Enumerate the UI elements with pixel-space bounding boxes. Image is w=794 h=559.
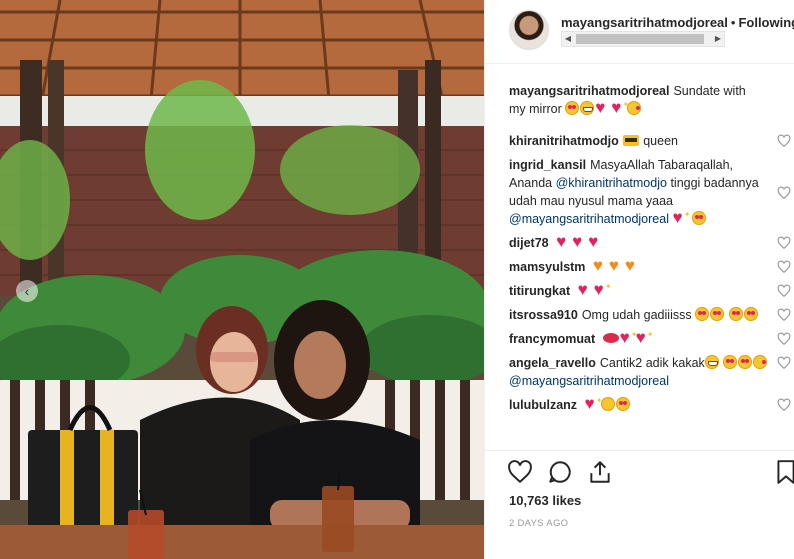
comment-mention[interactable]: @khiranitrihatmodjo: [556, 176, 667, 190]
comment-item: ingrid_kansil MasyaAllah Tabaraqallah, An…: [509, 156, 791, 228]
comment-username[interactable]: ingrid_kansil: [509, 158, 586, 172]
scroll-right-arrow-icon[interactable]: ▶: [712, 32, 724, 46]
smiling-face-emoji: [600, 397, 615, 411]
red-heart-emoji: [556, 232, 571, 252]
heart-outline-icon[interactable]: [777, 134, 791, 148]
kissing-face-emoji: [753, 355, 768, 369]
smiling-heart-eyes-emoji: [723, 355, 738, 369]
post-actions: 10,763 likes 2 DAYS AGO: [485, 450, 794, 559]
heart-outline-icon[interactable]: [777, 186, 791, 200]
orange-heart-emoji: [593, 256, 608, 276]
scrollbar-thumb[interactable]: [576, 34, 704, 44]
post-header: mayangsaritrihatmodjoreal • Following ◀ ▶: [485, 0, 794, 64]
comment-item: angela_ravello Cantik2 adik kakak @mayang…: [509, 354, 791, 390]
bookmark-icon[interactable]: [773, 459, 794, 485]
grinning-emoji: [580, 101, 595, 115]
smiling-heart-eyes-emoji: [743, 307, 758, 321]
horizontal-scrollbar[interactable]: ◀ ▶: [561, 31, 725, 47]
post-caption: mayangsaritrihatmodjoreal Sundate with my…: [509, 82, 764, 118]
post-timestamp[interactable]: 2 DAYS AGO: [509, 518, 568, 529]
following-button[interactable]: Following: [738, 15, 794, 30]
smiling-heart-eyes-emoji: [710, 307, 725, 321]
scroll-left-arrow-icon[interactable]: ◀: [562, 32, 574, 46]
post-photo[interactable]: ‹: [0, 0, 484, 559]
smiling-heart-eyes-emoji: [728, 307, 743, 321]
author-username[interactable]: mayangsaritrihatmodjoreal: [561, 15, 728, 30]
comment-item: titirungkat: [509, 278, 791, 300]
sparkling-heart-emoji: [611, 96, 629, 118]
comment-username[interactable]: titirungkat: [509, 284, 570, 298]
likes-count[interactable]: 10,763 likes: [509, 493, 581, 508]
comment-item: francymomuat: [509, 326, 791, 348]
red-heart-emoji: [595, 98, 610, 118]
caption-username[interactable]: mayangsaritrihatmodjoreal: [509, 84, 669, 98]
comment-mention[interactable]: @mayangsaritrihatmodjoreal: [509, 212, 669, 226]
lips-emoji: [602, 333, 619, 343]
sparkling-heart-emoji: [585, 392, 603, 414]
smiling-heart-eyes-emoji: [738, 355, 753, 369]
orange-heart-emoji: [609, 256, 624, 276]
comment-username[interactable]: lulubulzanz: [509, 398, 577, 412]
comment-username[interactable]: khiranitrihatmodjo: [509, 134, 619, 148]
sparkling-heart-emoji: [620, 326, 638, 348]
sparkling-heart-emoji: [672, 206, 690, 228]
heart-outline-icon[interactable]: [777, 284, 791, 298]
smiling-heart-eyes-emoji: [565, 101, 580, 115]
comment-text: Omg udah gadiiisss: [581, 308, 692, 322]
heart-outline-icon[interactable]: [777, 260, 791, 274]
grinning-emoji: [704, 355, 719, 369]
heart-outline-icon[interactable]: [777, 356, 791, 370]
header-username-line: mayangsaritrihatmodjoreal • Following: [561, 15, 794, 30]
crown-emoji: [622, 135, 639, 146]
comment-username[interactable]: francymomuat: [509, 332, 595, 346]
comment-username[interactable]: mamsyulstm: [509, 260, 585, 274]
smiling-heart-eyes-emoji: [695, 307, 710, 321]
speech-bubble-icon[interactable]: [547, 459, 573, 485]
heart-outline-icon[interactable]: [777, 236, 791, 250]
comment-username[interactable]: dijet78: [509, 236, 549, 250]
comment-item: mamsyulstm: [509, 256, 791, 276]
red-heart-emoji: [578, 280, 593, 300]
comment-text: Cantik2 adik kakak: [599, 356, 705, 370]
smiling-heart-eyes-emoji: [691, 211, 706, 225]
smiling-heart-eyes-emoji: [615, 397, 630, 411]
sparkling-heart-emoji: [594, 278, 612, 300]
comment-text: queen: [643, 134, 678, 148]
heart-outline-icon[interactable]: [507, 459, 533, 485]
comment-mention[interactable]: @mayangsaritrihatmodjoreal: [509, 374, 669, 388]
heart-outline-icon[interactable]: [777, 398, 791, 412]
photo-scene: [0, 0, 484, 559]
comment-username[interactable]: angela_ravello: [509, 356, 596, 370]
red-heart-emoji: [588, 232, 603, 252]
sparkling-heart-emoji: [636, 326, 654, 348]
comment-item: itsrossa910 Omg udah gadiiisss: [509, 306, 791, 324]
red-heart-emoji: [572, 232, 587, 252]
comment-username[interactable]: itsrossa910: [509, 308, 578, 322]
chevron-left-icon[interactable]: ‹: [16, 280, 38, 302]
comments-list: mayangsaritrihatmodjoreal Sundate with my…: [485, 65, 794, 450]
heart-outline-icon[interactable]: [777, 332, 791, 346]
heart-outline-icon[interactable]: [777, 308, 791, 322]
avatar[interactable]: [509, 10, 549, 50]
post-side-panel: mayangsaritrihatmodjoreal • Following ◀ ▶ …: [484, 0, 794, 559]
comment-item: dijet78: [509, 232, 791, 252]
share-icon[interactable]: [587, 459, 613, 485]
follow-separator: •: [730, 15, 736, 30]
kissing-face-emoji: [627, 101, 642, 115]
comment-item: khiranitrihatmodjo queen: [509, 132, 791, 150]
orange-heart-emoji: [625, 256, 640, 276]
comment-item: lulubulzanz: [509, 392, 791, 414]
